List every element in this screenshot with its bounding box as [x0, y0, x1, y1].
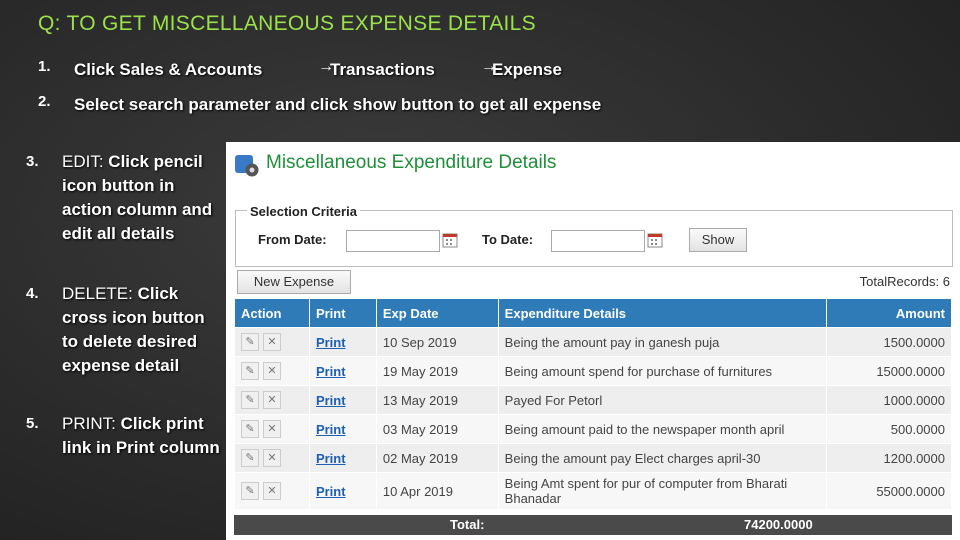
cross-icon[interactable]: ✕: [263, 362, 281, 380]
to-date-label: To Date:: [482, 232, 534, 247]
print-link[interactable]: Print: [316, 451, 346, 466]
calendar-icon[interactable]: [647, 232, 663, 248]
header-print[interactable]: Print: [308, 298, 377, 328]
new-expense-button[interactable]: New Expense: [237, 270, 351, 294]
total-label: Total:: [450, 517, 485, 532]
step-5-number: 5.: [26, 415, 39, 432]
step-2-number: 2.: [38, 93, 51, 110]
pencil-icon[interactable]: ✎: [241, 391, 259, 409]
date-cell: 02 May 2019: [375, 443, 499, 473]
amount-cell: 55000.0000: [826, 472, 952, 510]
action-cell: ✎ ✕: [234, 472, 310, 510]
table-row: ✎ ✕ Print 19 May 2019 Being amount spend …: [234, 356, 952, 386]
amount-cell: 1200.0000: [826, 443, 952, 473]
from-date-input[interactable]: [346, 230, 440, 252]
print-link[interactable]: Print: [316, 364, 346, 379]
date-cell: 10 Apr 2019: [375, 472, 499, 510]
amount-cell: 1000.0000: [826, 385, 952, 415]
amount-cell: 500.0000: [826, 414, 952, 444]
table-row: ✎ ✕ Print 02 May 2019 Being the amount pa…: [234, 443, 952, 473]
amount-cell: 1500.0000: [826, 327, 952, 357]
header-amount[interactable]: Amount: [826, 298, 952, 328]
header-exp-date[interactable]: Exp Date: [375, 298, 499, 328]
table-row: ✎ ✕ Print 13 May 2019 Payed For Petorl 10…: [234, 385, 952, 415]
show-button[interactable]: Show: [689, 228, 747, 252]
cross-icon[interactable]: ✕: [263, 482, 281, 500]
to-date-input[interactable]: [551, 230, 645, 252]
selection-criteria-legend: Selection Criteria: [247, 204, 360, 219]
print-cell: Print: [308, 472, 377, 510]
date-cell: 19 May 2019: [375, 356, 499, 386]
slide-title: Q: TO GET MISCELLANEOUS EXPENSE DETAILS: [38, 12, 536, 35]
action-cell: ✎ ✕: [234, 414, 310, 444]
date-cell: 10 Sep 2019: [375, 327, 499, 357]
print-link[interactable]: Print: [316, 393, 346, 408]
pencil-icon[interactable]: ✎: [241, 362, 259, 380]
step-3-block: EDIT: Click pencil icon button in action…: [62, 150, 220, 246]
step-4-block: DELETE: Click cross icon button to delet…: [62, 282, 220, 378]
print-link[interactable]: Print: [316, 422, 346, 437]
cross-icon[interactable]: ✕: [263, 333, 281, 351]
step-1-expense: Expense: [492, 60, 562, 79]
step-5-label: PRINT:: [62, 414, 116, 433]
total-records: TotalRecords: 6: [859, 274, 950, 289]
print-link[interactable]: Print: [316, 484, 346, 499]
step-1-transactions: Transactions: [330, 60, 435, 79]
step-1-text: Click Sales & Accounts: [74, 60, 263, 79]
table-header-row: Action Print Exp Date Expenditure Detail…: [234, 298, 952, 328]
details-cell: Being the amount pay in ganesh puja: [497, 327, 828, 357]
cross-icon[interactable]: ✕: [263, 391, 281, 409]
table-row: ✎ ✕ Print 03 May 2019 Being amount paid t…: [234, 414, 952, 444]
header-action[interactable]: Action: [234, 298, 310, 328]
pencil-icon[interactable]: ✎: [241, 420, 259, 438]
pencil-icon[interactable]: ✎: [241, 449, 259, 467]
gear-icon: [235, 155, 259, 177]
step-4-label: DELETE:: [62, 284, 133, 303]
print-cell: Print: [308, 414, 377, 444]
print-cell: Print: [308, 356, 377, 386]
action-cell: ✎ ✕: [234, 443, 310, 473]
print-cell: Print: [308, 327, 377, 357]
cross-icon[interactable]: ✕: [263, 449, 281, 467]
pencil-icon[interactable]: ✎: [241, 482, 259, 500]
step-2-text: Select search parameter and click show b…: [74, 95, 602, 114]
table-row: ✎ ✕ Print 10 Apr 2019 Being Amt spent for…: [234, 472, 952, 510]
step-5-block: PRINT: Click print link in Print column: [62, 412, 220, 460]
action-cell: ✎ ✕: [234, 356, 310, 386]
panel-header: Miscellaneous Expenditure Details: [226, 142, 960, 188]
table-row: ✎ ✕ Print 10 Sep 2019 Being the amount pa…: [234, 327, 952, 357]
print-cell: Print: [308, 443, 377, 473]
total-row: Total: 74200.0000: [234, 515, 952, 535]
date-cell: 03 May 2019: [375, 414, 499, 444]
details-cell: Being amount paid to the newspaper month…: [497, 414, 828, 444]
cross-icon[interactable]: ✕: [263, 420, 281, 438]
step-4-number: 4.: [26, 285, 39, 302]
step-3-number: 3.: [26, 153, 39, 170]
step-1-number: 1.: [38, 58, 51, 75]
pencil-icon[interactable]: ✎: [241, 333, 259, 351]
calendar-icon[interactable]: [442, 232, 458, 248]
details-cell: Being amount spend for purchase of furni…: [497, 356, 828, 386]
print-link[interactable]: Print: [316, 335, 346, 350]
action-cell: ✎ ✕: [234, 385, 310, 415]
from-date-label: From Date:: [258, 232, 327, 247]
step-3-label: EDIT:: [62, 152, 104, 171]
print-cell: Print: [308, 385, 377, 415]
details-cell: Being Amt spent for pur of computer from…: [497, 472, 828, 510]
total-value: 74200.0000: [744, 517, 813, 532]
action-cell: ✎ ✕: [234, 327, 310, 357]
panel-title: Miscellaneous Expenditure Details: [266, 152, 557, 173]
header-details[interactable]: Expenditure Details: [497, 298, 828, 328]
amount-cell: 15000.0000: [826, 356, 952, 386]
expense-table: Action Print Exp Date Expenditure Detail…: [234, 298, 952, 510]
details-cell: Payed For Petorl: [497, 385, 828, 415]
details-cell: Being the amount pay Elect charges april…: [497, 443, 828, 473]
expense-panel: Miscellaneous Expenditure Details Select…: [226, 142, 960, 540]
date-cell: 13 May 2019: [375, 385, 499, 415]
